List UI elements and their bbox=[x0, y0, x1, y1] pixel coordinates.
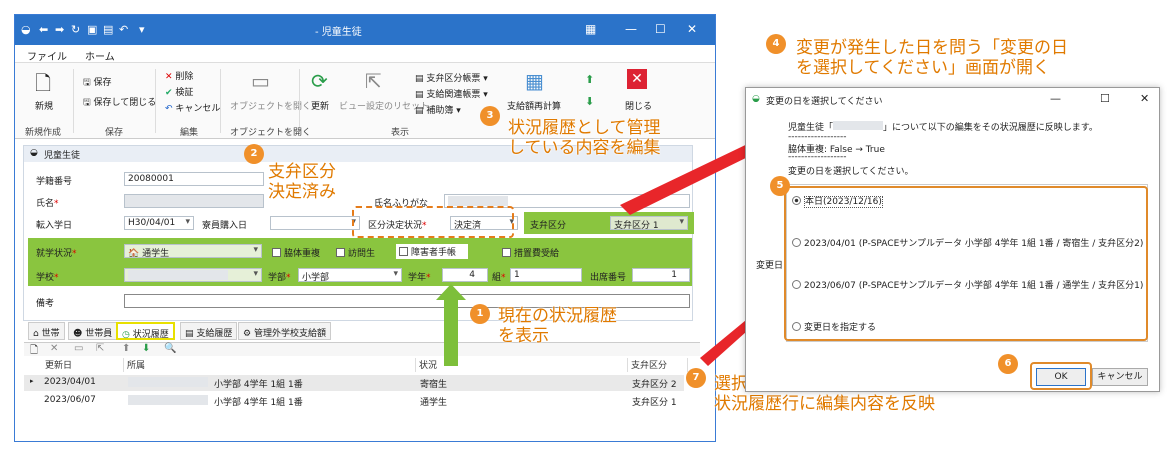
cancel-button[interactable]: キャンセル bbox=[1092, 368, 1148, 386]
step-bubble-6: 6 bbox=[998, 354, 1018, 374]
dialog-title: 変更の日を選択してください bbox=[766, 97, 883, 107]
step-bubble-5: 5 bbox=[770, 176, 790, 196]
options-highlight bbox=[784, 186, 1148, 341]
change-date-label: 変更日 bbox=[756, 261, 784, 271]
step-bubble-7: 7 bbox=[686, 368, 706, 388]
dialog-dash-2: ------------------ bbox=[788, 152, 847, 162]
callout-4: 変更が発生した日を問う「変更の日 を選択してください」画面が開く bbox=[796, 38, 1068, 78]
dialog-minimize-button[interactable]: — bbox=[1050, 92, 1061, 105]
ok-highlight bbox=[1030, 362, 1092, 390]
dialog-line1-post: 」について以下の編集をその状況履歴に反映します。 bbox=[883, 123, 1098, 133]
step-bubble-1: 1 bbox=[470, 304, 490, 324]
step-bubble-4: 4 bbox=[766, 34, 786, 54]
dialog-dash-1: ------------------ bbox=[788, 132, 847, 142]
callout-3: 状況履歴として管理 している内容を編集 bbox=[508, 118, 661, 158]
dialog-close-button[interactable]: ✕ bbox=[1140, 92, 1149, 105]
dialog-logo-icon: ◒ bbox=[752, 94, 760, 104]
callout-2: 支弁区分 決定済み bbox=[268, 162, 336, 202]
change-date-dialog: ◒ 変更の日を選択してください — ☐ ✕ 児童生徒「 」について以下の編集をその… bbox=[745, 87, 1160, 392]
dialog-student-blurred bbox=[833, 121, 884, 130]
arrow-up-green bbox=[436, 284, 466, 366]
callout-1: 現在の状況履歴 を表示 bbox=[498, 306, 617, 346]
step-bubble-3: 3 bbox=[480, 106, 500, 126]
dialog-maximize-button[interactable]: ☐ bbox=[1100, 92, 1110, 105]
step-bubble-2: 2 bbox=[244, 144, 264, 164]
dialog-prompt: 変更の日を選択してください。 bbox=[788, 167, 914, 177]
